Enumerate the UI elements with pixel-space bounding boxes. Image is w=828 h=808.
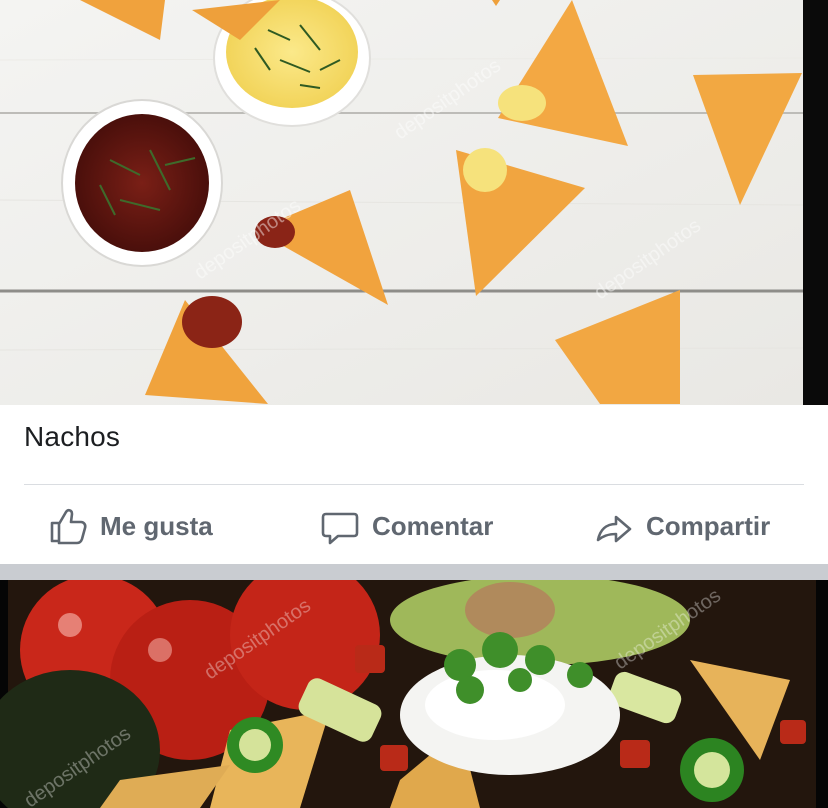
share-button[interactable]: Compartir	[594, 506, 770, 546]
loaded-nachos-photo-illustration: depositphotos depositphotos depositphoto…	[0, 580, 828, 808]
thumbs-up-icon	[50, 508, 87, 545]
comment-button[interactable]: Comentar	[320, 506, 493, 546]
post-photo-nachos[interactable]: depositphotos depositphotos depositphoto…	[0, 0, 828, 405]
post-actions-bar: Me gusta Comentar Compartir	[0, 486, 828, 564]
feed-separator	[0, 564, 828, 580]
post-caption: Nachos	[24, 421, 121, 452]
news-feed: depositphotos depositphotos depositphoto…	[0, 0, 828, 808]
post-photo-loaded-nachos[interactable]: depositphotos depositphotos depositphoto…	[0, 580, 828, 808]
post-divider	[24, 484, 804, 485]
like-label: Me gusta	[100, 510, 213, 541]
like-button[interactable]: Me gusta	[48, 506, 213, 546]
share-label: Compartir	[646, 510, 771, 541]
share-arrow-icon	[596, 515, 632, 543]
nachos-photo-illustration: depositphotos depositphotos depositphoto…	[0, 0, 828, 405]
comment-bubble-icon	[321, 512, 359, 545]
comment-label: Comentar	[372, 510, 494, 541]
